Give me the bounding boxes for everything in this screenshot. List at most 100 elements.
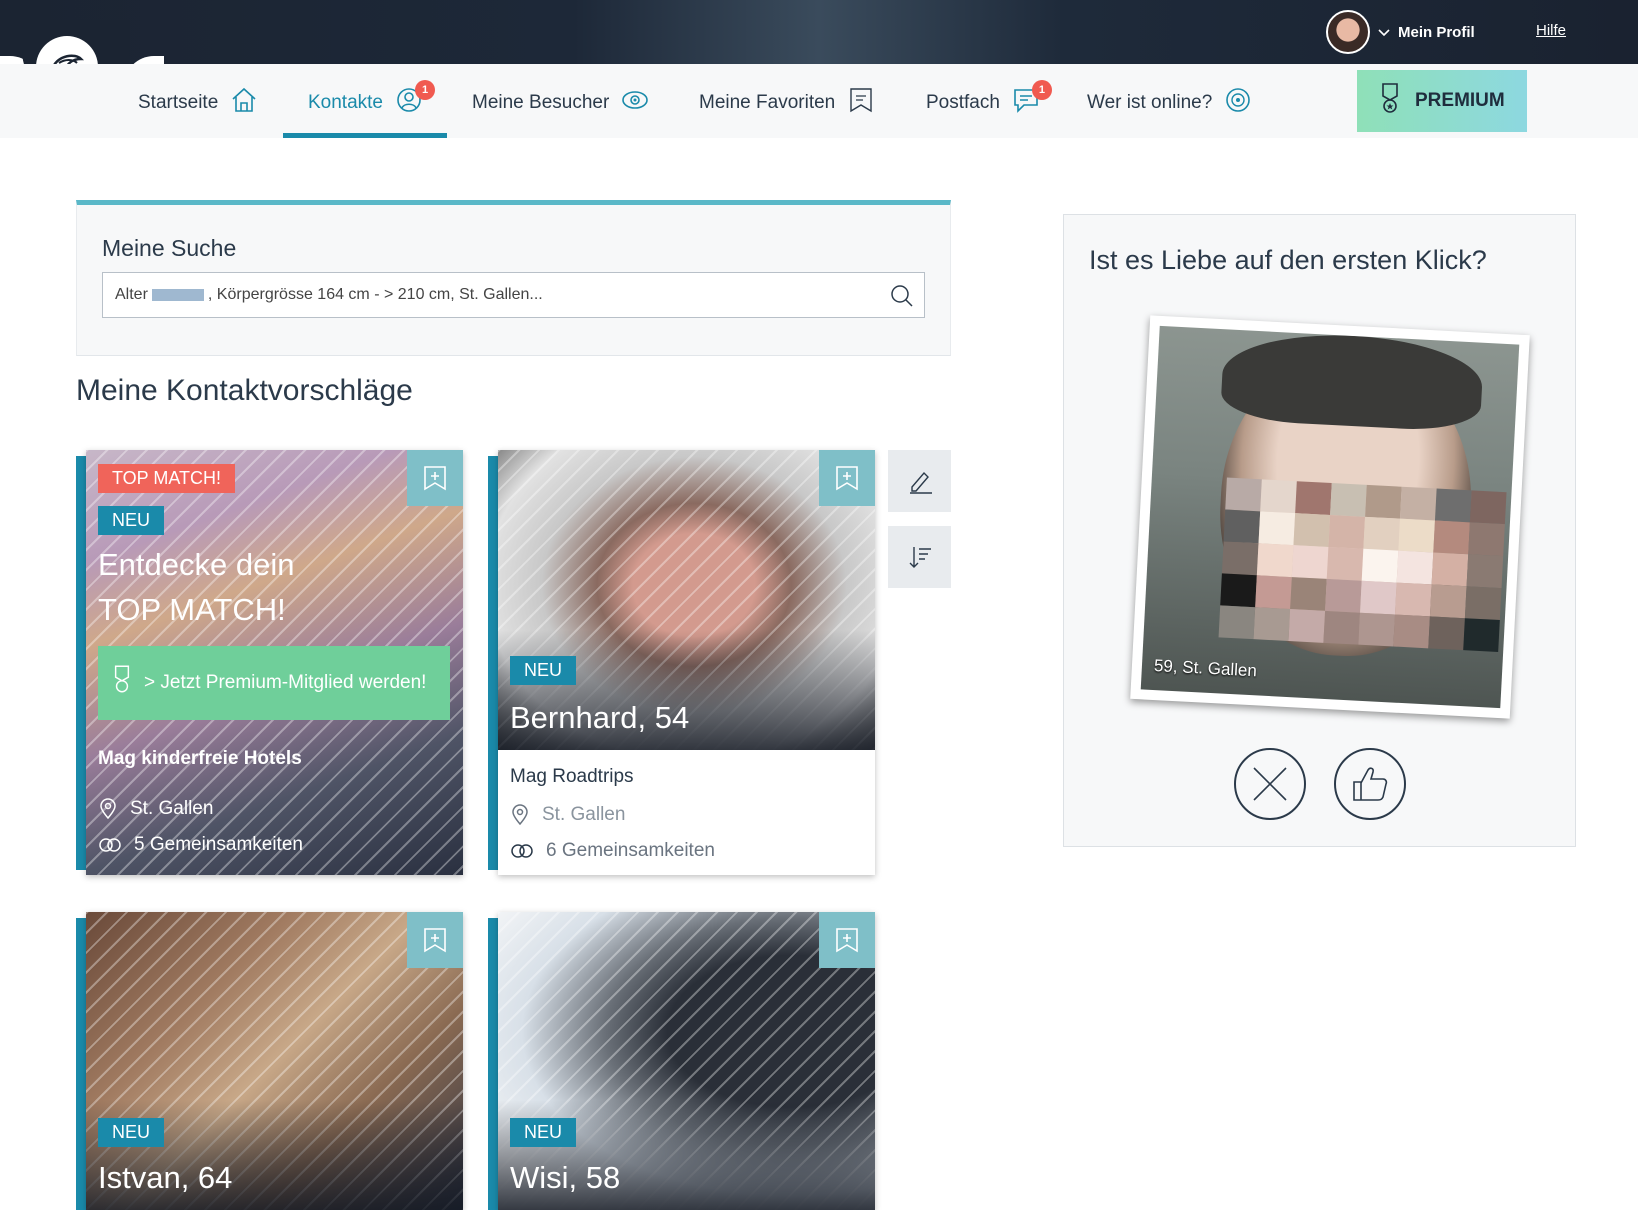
nav-item-favoriten[interactable]: Meine Favoriten [699, 88, 875, 138]
top-match-card[interactable]: TOP MATCH! NEU Entdecke dein TOP MATCH! … [86, 450, 463, 875]
home-icon [230, 86, 258, 114]
bookmark-button[interactable] [819, 912, 875, 968]
cta-label: > Jetzt Premium-Mitglied werden! [144, 672, 427, 693]
mosaic-cell [1291, 545, 1329, 579]
mosaic-cell [1225, 477, 1262, 512]
eye-icon [621, 86, 649, 114]
mosaic-cell [1463, 618, 1500, 652]
mosaic-cell [1260, 479, 1297, 514]
bookmark-button[interactable] [407, 912, 463, 968]
contact-card[interactable]: NEU Bernhard, 54 Mag Roadtrips St. Galle… [498, 450, 875, 875]
avatar[interactable] [1326, 10, 1370, 54]
common-text: 5 Gemeinsamkeiten [134, 834, 303, 855]
thumbs-up-icon [1353, 767, 1388, 801]
contact-card[interactable]: NEU Wisi, 58 [498, 912, 875, 1210]
search-value: , Körpergrösse 164 cm - > 210 cm, St. Ga… [207, 286, 543, 303]
pencil-icon [909, 471, 932, 494]
mosaic-cell [1328, 515, 1366, 549]
nav-item-postfach[interactable]: Postfach 1 [926, 80, 1052, 138]
mosaic-cell [1468, 522, 1505, 557]
profile-label: Mein Profil [1398, 23, 1475, 41]
interest-text: Mag kinderfreie Hotels [98, 748, 302, 769]
mosaic-cell [1221, 541, 1259, 576]
rings-icon [511, 844, 533, 858]
contact-card[interactable]: NEU Istvan, 64 [86, 912, 463, 1210]
premium-button[interactable]: PREMIUM [1357, 70, 1527, 132]
top-match-headline: Entdecke dein TOP MATCH! [98, 542, 294, 632]
mosaic-cell [1393, 614, 1430, 649]
quickmatch-panel: Ist es Liebe auf den ersten Klick? 59, S… [1063, 214, 1576, 847]
mosaic-cell [1290, 577, 1327, 611]
mosaic-cell [1469, 490, 1507, 525]
new-tag: NEU [510, 1118, 577, 1147]
nav-item-besucher[interactable]: Meine Besucher [472, 91, 649, 138]
card-info: Mag Roadtrips St. Gallen 6 Gemeinsamkeit… [510, 766, 715, 862]
mosaic-cell [1323, 610, 1361, 645]
mosaic-cell [1218, 605, 1256, 640]
top-match-tag: TOP MATCH! [98, 464, 236, 493]
nav-label: Meine Favoriten [699, 92, 836, 113]
chevron-down-icon [1378, 24, 1390, 41]
help-link[interactable]: Hilfe [1536, 22, 1566, 39]
search-icon[interactable] [890, 284, 914, 313]
location-text: St. Gallen [542, 804, 626, 825]
mosaic-cell [1256, 543, 1294, 578]
contact-name: Wisi, 58 [510, 1160, 621, 1195]
card-accent-strip [488, 918, 498, 1210]
nav-item-online[interactable]: Wer ist online? [1087, 88, 1252, 138]
redacted-value [151, 289, 204, 301]
mosaic-cell [1365, 484, 1402, 519]
mosaic-cell [1220, 573, 1257, 608]
search-title: Meine Suche [102, 235, 237, 261]
nav-label: Wer ist online? [1087, 92, 1213, 113]
medal-icon [112, 663, 132, 703]
premium-cta-button[interactable]: > Jetzt Premium-Mitglied werden! [98, 646, 450, 720]
mosaic-cell [1363, 516, 1401, 551]
nav-item-startseite[interactable]: Startseite [138, 87, 258, 138]
nav-label: Meine Besucher [472, 92, 610, 113]
quickmatch-photo[interactable]: 59, St. Gallen [1130, 315, 1530, 719]
contact-name: Istvan, 64 [98, 1160, 233, 1195]
mosaic-cell [1253, 607, 1291, 641]
location-pin-icon [100, 798, 116, 820]
pixelated-face [1218, 477, 1507, 652]
new-tag: NEU [98, 1118, 165, 1147]
online-icon [1224, 86, 1252, 114]
rings-icon [99, 838, 121, 852]
mosaic-cell [1429, 584, 1467, 619]
suggestions-title: Meine Kontaktvorschläge [76, 374, 413, 407]
search-input[interactable]: Alter , Körpergrösse 164 cm - > 210 cm, … [102, 272, 925, 318]
like-button[interactable] [1334, 748, 1406, 820]
quickmatch-title: Ist es Liebe auf den ersten Klick? [1089, 245, 1487, 275]
bookmark-add-icon [836, 466, 858, 491]
mosaic-cell [1358, 612, 1395, 647]
dislike-button[interactable] [1234, 748, 1306, 820]
common-line: 6 Gemeinsamkeiten [510, 840, 715, 862]
bookmark-add-icon [424, 928, 446, 953]
profile-photo: 59, St. Gallen [1140, 325, 1520, 709]
location-line: St. Gallen [510, 804, 715, 826]
mosaic-cell [1398, 518, 1435, 553]
profile-menu[interactable]: Mein Profil [1326, 10, 1475, 54]
medal-icon [1379, 82, 1401, 120]
search-panel: Meine Suche Alter , Körpergrösse 164 cm … [76, 200, 951, 356]
sort-button[interactable] [888, 526, 951, 588]
headline-line: Entdecke dein [98, 547, 295, 582]
nav-item-kontakte[interactable]: Kontakte 1 [283, 80, 447, 138]
premium-label: PREMIUM [1415, 90, 1505, 111]
mosaic-cell [1434, 488, 1472, 523]
top-bar: Mein Profil Hilfe [0, 0, 1638, 64]
mosaic-cell [1394, 582, 1432, 617]
new-tag: NEU [510, 656, 577, 685]
mosaic-cell [1330, 483, 1367, 517]
mosaic-cell [1361, 548, 1399, 583]
card-info: Mag kinderfreie Hotels St. Gallen 5 Geme… [98, 748, 303, 856]
interest-text: Mag Roadtrips [510, 766, 634, 787]
mosaic-cell [1433, 520, 1470, 555]
bookmark-button[interactable] [819, 450, 875, 506]
bookmark-button[interactable] [407, 450, 463, 506]
mosaic-cell [1255, 575, 1292, 610]
mosaic-cell [1288, 609, 1326, 643]
mosaic-cell [1258, 511, 1296, 546]
edit-search-button[interactable] [888, 450, 951, 512]
